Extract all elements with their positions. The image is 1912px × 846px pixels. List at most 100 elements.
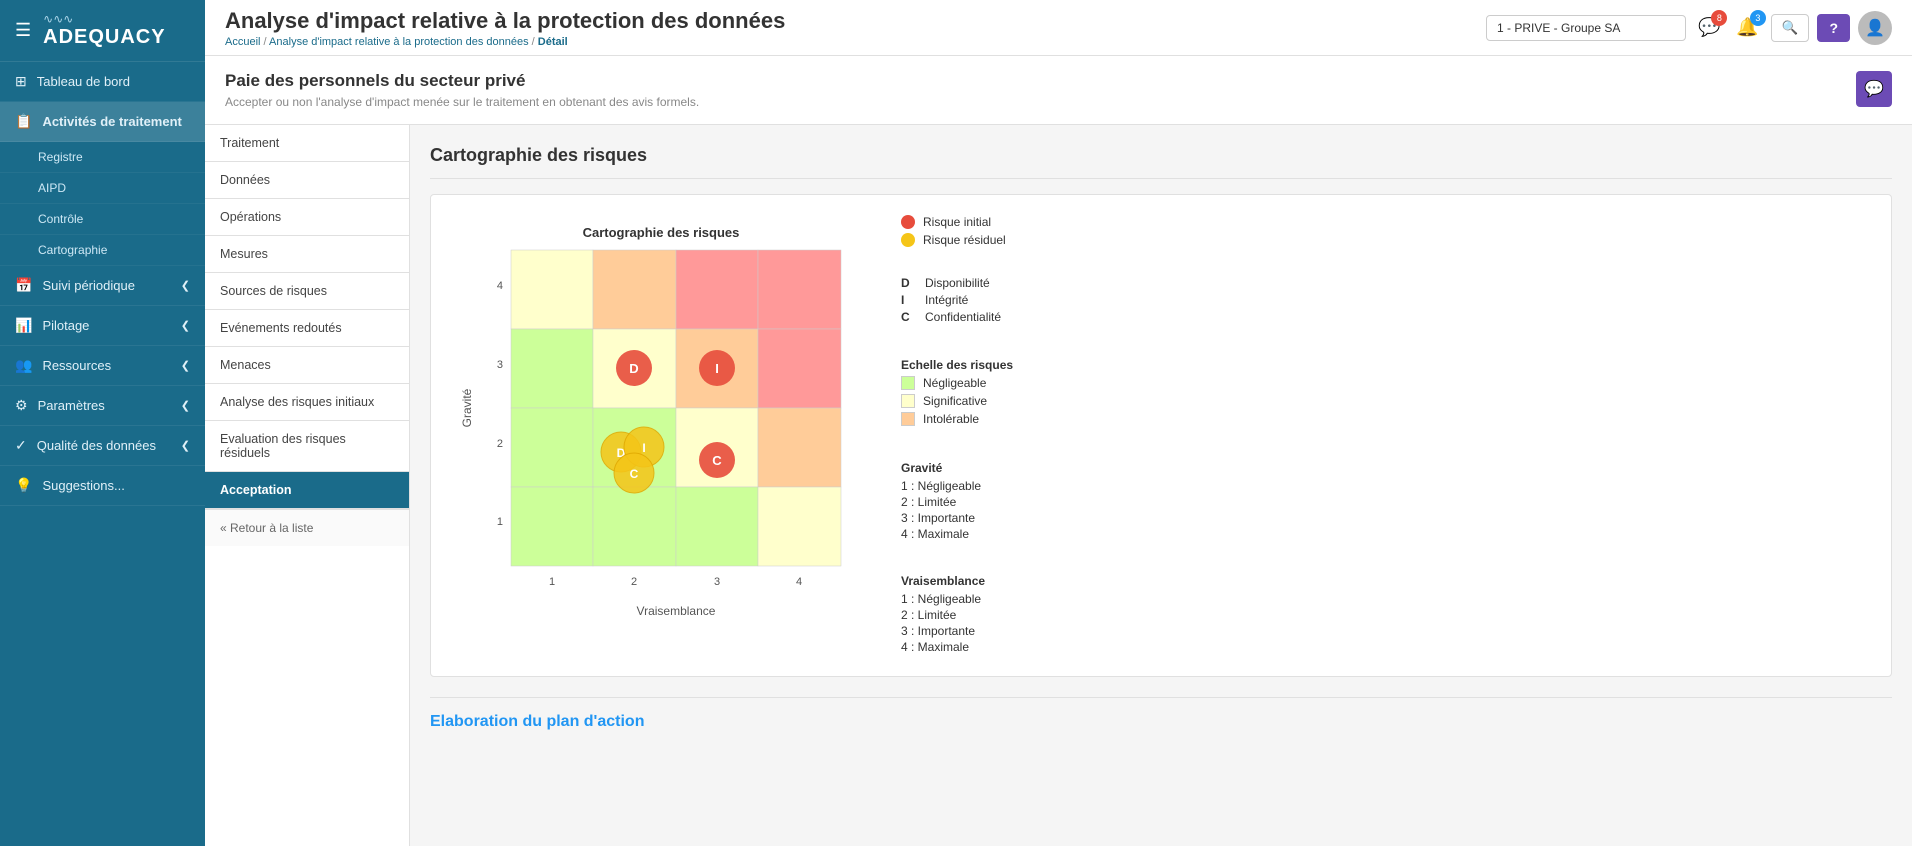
svg-text:Cartographie des risques: Cartographie des risques [583,225,740,240]
hamburger-icon[interactable]: ☰ [15,20,31,41]
intolerable-label: Intolérable [923,412,979,426]
left-nav-analyse[interactable]: Analyse des risques initiaux [205,384,409,421]
vraisemblance-4: 4 : Maximale [901,640,1101,654]
sidebar-item-suivi[interactable]: 📅 Suivi périodique ❮ [0,266,205,306]
messages-button[interactable]: 💬 8 [1694,13,1724,42]
svg-text:3: 3 [714,576,720,588]
svg-text:D: D [629,361,638,376]
elaboration-static: Elaboration [430,713,522,730]
elaboration-title: Elaboration du plan d'action [430,713,1892,731]
sidebar-item-label: Tableau de bord [37,74,130,89]
sidebar-item-suggestions[interactable]: 💡 Suggestions... [0,466,205,506]
svg-text:I: I [715,361,719,376]
c-text: Confidentialité [925,310,1001,324]
sub-item-label: AIPD [38,181,66,195]
sidebar-item-pilotage[interactable]: 📊 Pilotage ❮ [0,306,205,346]
chevron-icon: ❮ [181,399,190,412]
company-selector[interactable] [1486,15,1686,41]
intolerable-rect [901,412,915,426]
page-title-area: Analyse d'impact relative à la protectio… [225,8,1476,48]
left-nav-evenements[interactable]: Evénements redoutés [205,310,409,347]
sidebar-item-label: Qualité des données [37,438,156,453]
left-nav-acceptation[interactable]: Acceptation [205,472,409,509]
sidebar-item-ressources[interactable]: 👥 Ressources ❮ [0,346,205,386]
topbar: Analyse d'impact relative à la protectio… [205,0,1912,56]
left-nav: Traitement Données Opérations Mesures So… [205,125,410,846]
risk-map-chart: Cartographie des risques [451,215,871,635]
vraisemblance-title: Vraisemblance [901,574,1101,588]
sidebar-menu: ⊞ Tableau de bord 📋 Activités de traitem… [0,62,205,846]
sidebar-header: ☰ ∿∿∿ ADEQUACY [0,0,205,62]
initial-label: Risque initial [923,215,991,229]
left-nav-back[interactable]: « Retour à la liste [205,509,409,546]
help-button[interactable]: ? [1817,14,1850,42]
breadcrumb-section[interactable]: Analyse d'impact relative à la protectio… [269,36,529,48]
significative-rect [901,394,915,408]
breadcrumb-home[interactable]: Accueil [225,36,260,48]
activites-icon: 📋 [15,113,32,130]
suivi-icon: 📅 [15,277,32,294]
notifications-badge: 3 [1750,10,1766,26]
section-title: Paie des personnels du secteur privé [225,71,699,91]
left-nav-traitement[interactable]: Traitement [205,125,409,162]
gravite-2: 2 : Limitée [901,495,1101,509]
ressources-icon: 👥 [15,357,32,374]
svg-text:1: 1 [497,516,503,528]
breadcrumb: Accueil / Analyse d'impact relative à la… [225,36,1476,48]
svg-text:C: C [712,453,722,468]
legend-initial: Risque initial Risque résiduel [901,215,1101,251]
risk-legend: Risque initial Risque résiduel D Disponi… [901,215,1101,656]
tableau-icon: ⊞ [15,73,27,90]
sidebar-item-qualite[interactable]: ✓ Qualité des données ❮ [0,426,205,466]
legend-gravite: Gravité 1 : Négligeable 2 : Limitée 3 : … [901,455,1101,543]
pilotage-icon: 📊 [15,317,32,334]
sidebar-item-label: Ressources [42,358,111,373]
residuel-dot [901,233,915,247]
search-button[interactable]: 🔍 [1771,14,1810,42]
sidebar-sub-registre[interactable]: Registre [0,142,205,173]
left-nav-sources[interactable]: Sources de risques [205,273,409,310]
sidebar-sub-aipd[interactable]: AIPD [0,173,205,204]
left-nav-donnees[interactable]: Données [205,162,409,199]
suggestions-icon: 💡 [15,477,32,494]
negligeable-rect [901,376,915,390]
chevron-icon: ❮ [181,359,190,372]
qualite-icon: ✓ [15,437,27,454]
section-header: Paie des personnels du secteur privé Acc… [205,56,1912,125]
sub-item-label: Registre [38,150,83,164]
svg-text:Vraisemblance: Vraisemblance [637,604,716,618]
sidebar-item-label: Pilotage [42,318,89,333]
c-label: C [901,310,919,324]
gravite-1: 1 : Négligeable [901,479,1101,493]
page-title: Analyse d'impact relative à la protectio… [225,8,1476,34]
svg-text:4: 4 [497,280,503,292]
initial-dot [901,215,915,229]
sidebar-item-label: Suivi périodique [42,278,135,293]
breadcrumb-current: Détail [538,36,568,48]
avatar-button[interactable]: 👤 [1858,11,1892,45]
i-text: Intégrité [925,293,968,307]
svg-text:Gravité: Gravité [460,388,474,427]
elaboration-link[interactable]: du plan d'action [522,713,644,730]
messages-badge: 8 [1711,10,1727,26]
left-nav-operations[interactable]: Opérations [205,199,409,236]
main-content: Analyse d'impact relative à la protectio… [205,0,1912,846]
sidebar-item-tableau[interactable]: ⊞ Tableau de bord [0,62,205,102]
vraisemblance-1: 1 : Négligeable [901,592,1101,606]
negligeable-label: Négligeable [923,376,986,390]
left-nav-menaces[interactable]: Menaces [205,347,409,384]
chat-button[interactable]: 💬 [1856,71,1892,107]
sidebar-sub-controle[interactable]: Contrôle [0,204,205,235]
sidebar: ☰ ∿∿∿ ADEQUACY ⊞ Tableau de bord 📋 Activ… [0,0,205,846]
notifications-button[interactable]: 🔔 3 [1732,13,1762,42]
risk-map-svg: Cartographie des risques [451,215,871,635]
sidebar-sub-cartographie[interactable]: Cartographie [0,235,205,266]
logo-area: ∿∿∿ ADEQUACY [43,12,165,49]
sidebar-item-activites[interactable]: 📋 Activités de traitement [0,102,205,142]
left-nav-mesures[interactable]: Mesures [205,236,409,273]
section-description: Accepter ou non l'analyse d'impact menée… [225,95,699,109]
left-nav-evaluation[interactable]: Evaluation des risques résiduels [205,421,409,472]
sidebar-item-parametres[interactable]: ⚙ Paramètres ❮ [0,386,205,426]
significative-label: Significative [923,394,987,408]
vraisemblance-2: 2 : Limitée [901,608,1101,622]
